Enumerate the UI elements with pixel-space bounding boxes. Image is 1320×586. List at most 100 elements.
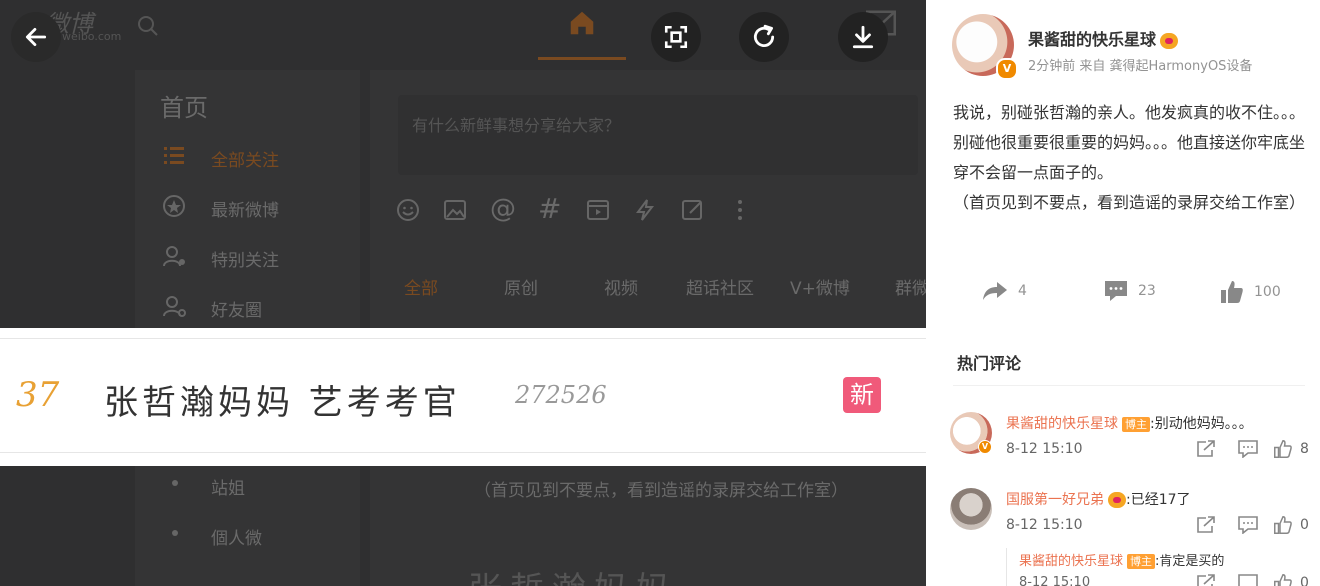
- comment-body: 国服第一好兄弟 :已经17了: [1006, 489, 1191, 509]
- hot-title: 张哲瀚妈妈 艺考考官: [104, 383, 461, 423]
- bottom-big-text: 张哲瀚妈妈: [468, 562, 678, 586]
- repost-count: 4: [1018, 283, 1027, 299]
- hot-search-item: 37 张哲瀚妈妈 艺考考官 272526 新: [0, 328, 926, 466]
- download-button[interactable]: [838, 12, 888, 62]
- tab-vplus[interactable]: V+微博: [790, 274, 850, 299]
- arrow-left-icon: [25, 28, 47, 46]
- tab-all[interactable]: 全部: [404, 274, 438, 299]
- star-circle-icon: [163, 195, 185, 217]
- reply-time: 8-12 15:10: [1019, 575, 1091, 586]
- more-icon: [738, 200, 742, 220]
- reply-button[interactable]: [1238, 516, 1258, 534]
- comment-text: :别动他妈妈。。。: [1150, 416, 1253, 432]
- comment-icon: [1238, 516, 1258, 534]
- author-name[interactable]: 果酱甜的快乐星球: [1028, 26, 1179, 50]
- share-icon: [1197, 516, 1215, 533]
- post-detail-panel: V 果酱甜的快乐星球 2分钟前 来自 龚得起HarmonyOS设备 我说，别碰张…: [926, 0, 1320, 586]
- comment-time: 8-12 15:10: [1006, 517, 1083, 533]
- comment-icon: [1238, 574, 1258, 586]
- author-tag: 博主: [1127, 554, 1156, 569]
- share-icon: [1197, 440, 1215, 457]
- user-group-icon: [163, 296, 186, 317]
- sidebar-item-friends[interactable]: 好友圈: [211, 296, 262, 321]
- rotate-icon: [753, 24, 775, 47]
- verified-badge: V: [996, 58, 1018, 80]
- comment-like-button[interactable]: 0: [1274, 574, 1309, 586]
- home-icon: [570, 11, 594, 35]
- hot-rank: 37: [16, 375, 60, 415]
- divider: [953, 385, 1305, 386]
- at-icon: @: [490, 194, 516, 224]
- share-button[interactable]: [1196, 440, 1216, 458]
- rotate-button[interactable]: [739, 12, 789, 62]
- comment-time: 8-12 15:10: [1006, 441, 1083, 457]
- repost-button[interactable]: 4: [982, 280, 1027, 302]
- share-icon: [1197, 574, 1215, 586]
- verified-badge: V: [978, 440, 992, 454]
- reply-button[interactable]: [1238, 574, 1258, 586]
- reply-body: 果酱甜的快乐星球 博主:肯定是买的: [1019, 550, 1224, 569]
- tab-video[interactable]: 视频: [604, 274, 638, 299]
- tab-group[interactable]: 群微: [895, 274, 926, 299]
- download-icon: [852, 25, 874, 49]
- comment-avatar[interactable]: [950, 488, 992, 530]
- bullet-icon: [172, 480, 178, 486]
- reply-ops: 0: [1174, 574, 1309, 586]
- share-button[interactable]: [1196, 516, 1216, 534]
- comment-icon: [1105, 281, 1127, 301]
- author-tag: 博主: [1122, 416, 1150, 432]
- fit-screen-icon: [664, 25, 688, 49]
- back-button[interactable]: [11, 12, 61, 62]
- comment-ops: 0: [1174, 516, 1309, 534]
- sidebar-item-station[interactable]: 站姐: [211, 474, 245, 499]
- bottom-caption: （首页见到不要点，看到造谣的录屏交给工作室）: [474, 481, 848, 501]
- comment-like-button[interactable]: 8: [1274, 440, 1309, 458]
- repost-icon: [983, 282, 1007, 300]
- thumbs-up-icon: [1221, 281, 1243, 303]
- comment-author[interactable]: 果酱甜的快乐星球: [1006, 416, 1118, 432]
- image-viewer: 微博 weibo.com 首页 全部关注 最新微博 特别关注 好友圈 站姐 個人…: [0, 0, 926, 586]
- reply-text: :肯定是买的: [1155, 554, 1225, 569]
- sidebar-item-personal[interactable]: 個人微: [211, 524, 262, 549]
- share-button[interactable]: [1196, 574, 1216, 586]
- thumbs-up-icon: [1274, 440, 1292, 458]
- thumbs-up-icon: [1274, 574, 1292, 586]
- topic-icon: #: [538, 192, 562, 225]
- comment-like-count: 0: [1300, 517, 1309, 533]
- edit-icon: [682, 200, 702, 220]
- reply-author[interactable]: 果酱甜的快乐星球: [1019, 554, 1123, 569]
- like-button[interactable]: 100: [1220, 280, 1281, 304]
- fit-screen-button[interactable]: [651, 12, 701, 62]
- comment-like-count: 0: [1300, 575, 1309, 586]
- video-icon: [587, 200, 609, 220]
- comment-text: :已经17了: [1126, 492, 1191, 508]
- post-content: 我说，别碰张哲瀚的亲人。他发疯真的收不住。。。别碰他很重要很重要的妈妈。。。他直…: [953, 98, 1305, 218]
- like-count: 100: [1254, 284, 1281, 300]
- comment-count: 23: [1138, 283, 1156, 299]
- post-paragraph: （首页见到不要点，看到造谣的录屏交给工作室）: [953, 193, 1306, 212]
- comment-button[interactable]: 23: [1104, 280, 1156, 302]
- tab-supertopic[interactable]: 超话社区: [686, 274, 754, 299]
- emoji-icon: [397, 199, 419, 221]
- crown-badge-icon: [1160, 32, 1179, 49]
- sidebar-item-latest[interactable]: 最新微博: [211, 196, 279, 221]
- comment-author[interactable]: 国服第一好兄弟: [1006, 492, 1104, 508]
- sidebar-item-special[interactable]: 特别关注: [211, 246, 279, 271]
- weibo-logo-sub: weibo.com: [62, 30, 122, 43]
- composer-placeholder[interactable]: 有什么新鲜事想分享给大家？: [412, 112, 620, 136]
- sidebar-item-all-follow[interactable]: 全部关注: [211, 146, 279, 171]
- bullet-icon: [172, 530, 178, 536]
- comment-icon: [1238, 440, 1258, 458]
- image-icon: [444, 200, 466, 220]
- list-icon: [164, 147, 184, 164]
- search-icon: [138, 16, 158, 36]
- comment-like-button[interactable]: 0: [1274, 516, 1309, 534]
- reply-button[interactable]: [1238, 440, 1258, 458]
- post-paragraph: 我说，别碰张哲瀚的亲人。他发疯真的收不住。。。别碰他很重要很重要的妈妈。。。他直…: [953, 103, 1306, 182]
- home-underline: [538, 57, 626, 60]
- post-meta: 2分钟前 来自 龚得起HarmonyOS设备: [1028, 59, 1253, 74]
- comment-like-count: 8: [1300, 441, 1309, 457]
- reply-thread-line: [1006, 548, 1007, 586]
- tab-original[interactable]: 原创: [504, 274, 538, 299]
- comment-ops: 8: [1174, 440, 1309, 458]
